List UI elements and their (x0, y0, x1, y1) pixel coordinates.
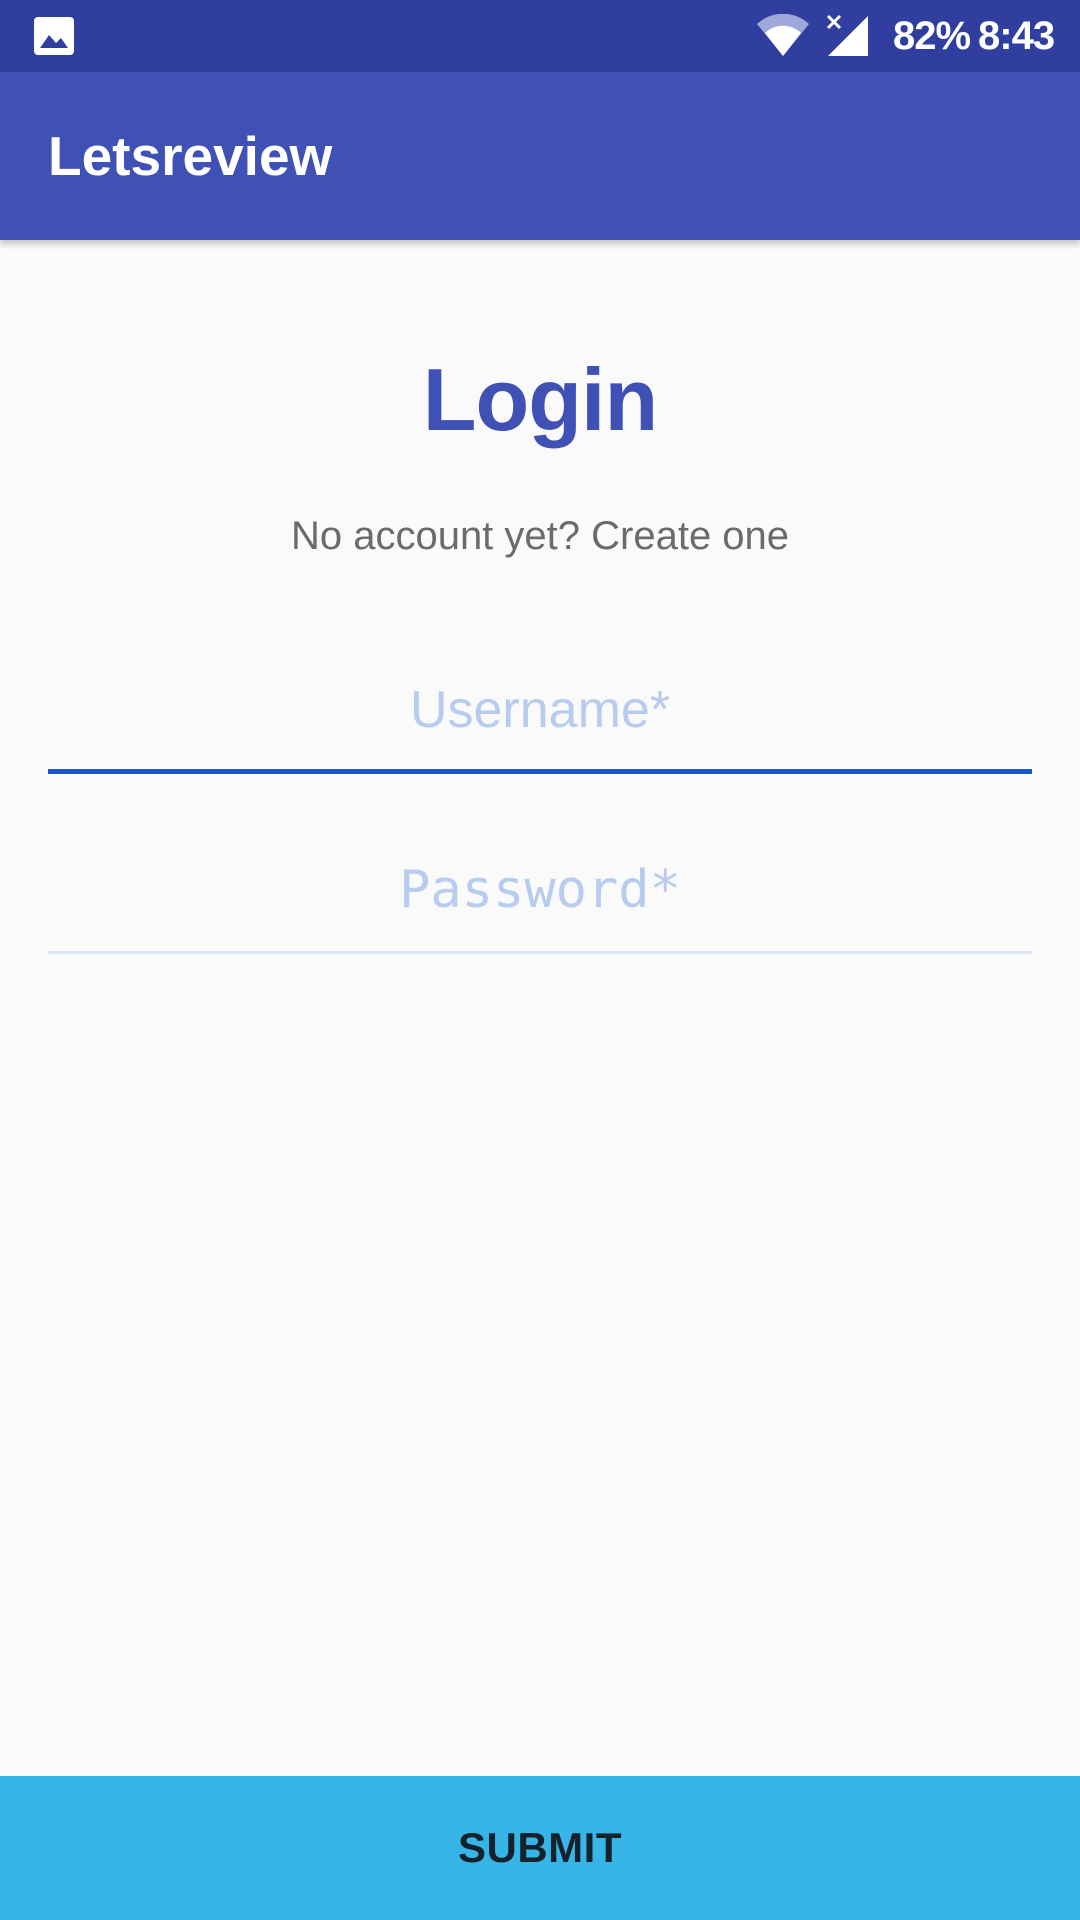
create-account-link[interactable]: No account yet? Create one (240, 508, 840, 564)
wifi-icon (757, 14, 809, 56)
status-bar: 82% 8:43 (0, 0, 1080, 72)
app-bar: Letsreview (0, 72, 1080, 240)
username-underline (48, 769, 1032, 774)
password-underline (48, 951, 1032, 954)
image-icon (34, 17, 74, 55)
cellular-signal-icon (826, 14, 868, 56)
login-screen: 82% 8:43 Letsreview Login No account yet… (0, 0, 1080, 1920)
password-input[interactable] (48, 840, 1032, 940)
clock-time: 8:43 (978, 14, 1055, 58)
username-input[interactable] (48, 660, 1032, 760)
login-heading: Login (422, 350, 658, 449)
app-title: Letsreview (48, 125, 333, 187)
password-field (48, 840, 1032, 954)
username-field (48, 660, 1032, 774)
submit-button[interactable]: SUBMIT (0, 1776, 1080, 1920)
battery-percentage: 82% (893, 14, 971, 58)
